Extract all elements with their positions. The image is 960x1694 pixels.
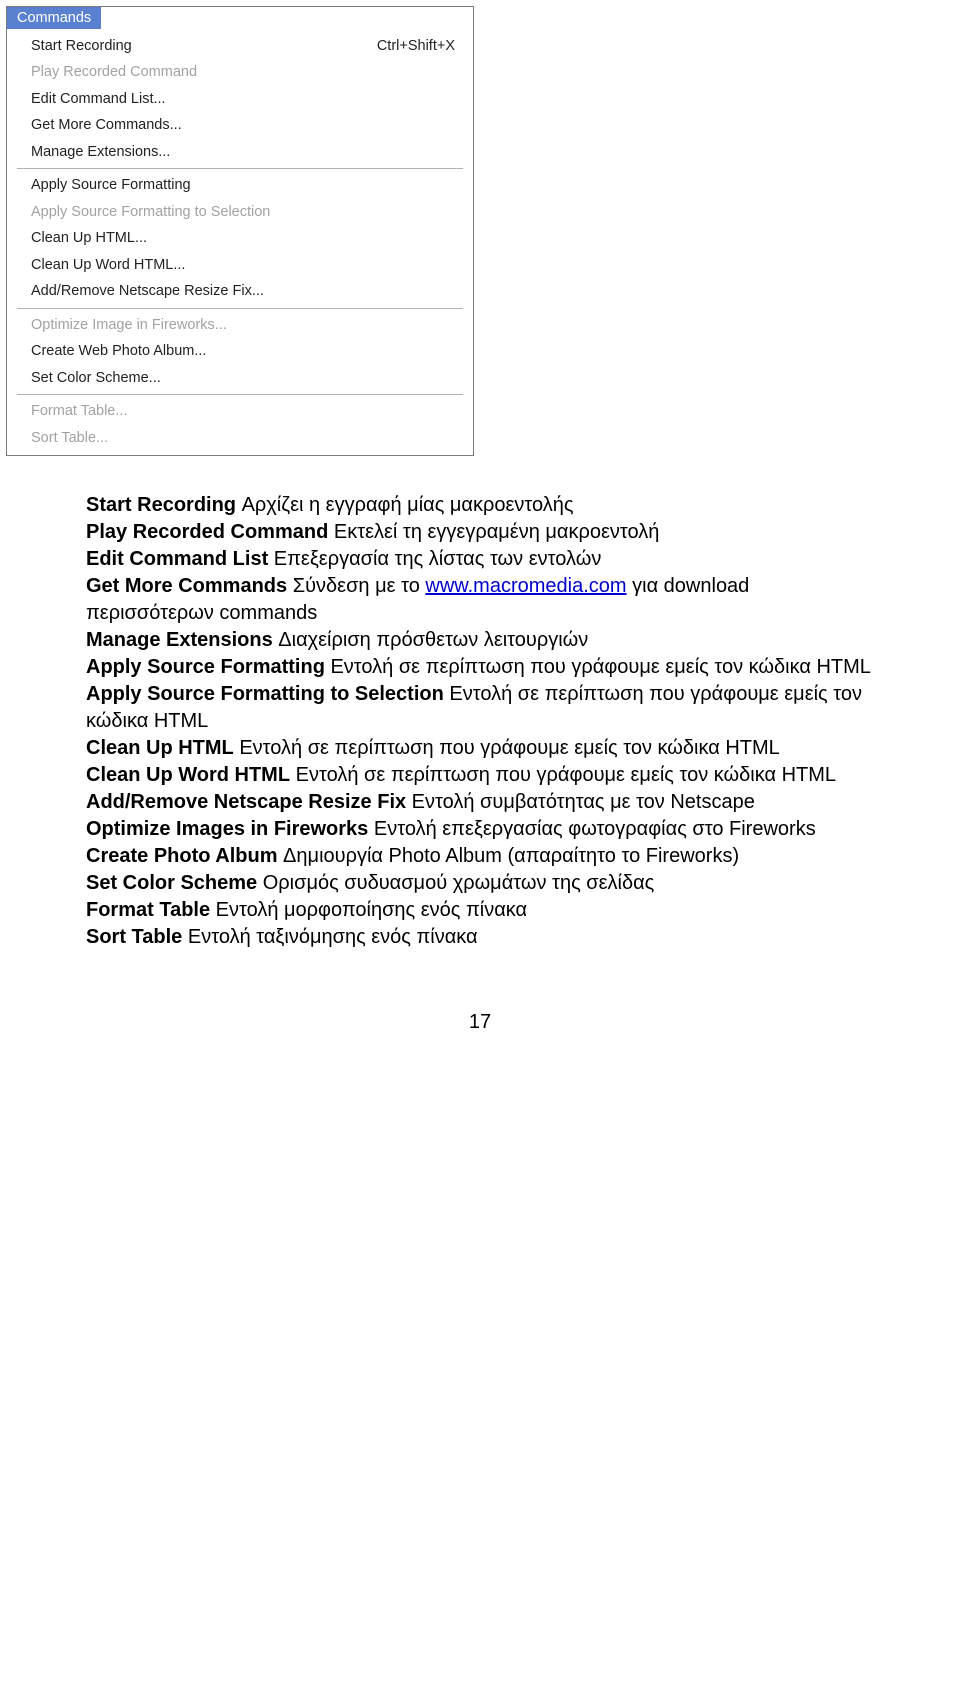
glossary-desc: Δημιουργία Photo Album (απαραίτητο το Fi… — [278, 845, 740, 867]
glossary-term: Play Recorded Command — [86, 521, 328, 543]
glossary-term: Apply Source Formatting to Selection — [86, 683, 444, 705]
menu-item[interactable]: Clean Up HTML... — [7, 225, 473, 251]
glossary-term: Set Color Scheme — [86, 872, 257, 894]
glossary-desc: Αρχίζει η εγγραφή μίας μακροεντολής — [236, 494, 573, 516]
glossary-line: Format Table Εντολή μορφοποίησης ενός πί… — [86, 897, 874, 924]
menu-item: Apply Source Formatting to Selection — [7, 199, 473, 225]
menu-item[interactable]: Apply Source Formatting — [7, 172, 473, 198]
menu-item: Optimize Image in Fireworks... — [7, 312, 473, 338]
glossary-text: Start Recording Αρχίζει η εγγραφή μίας μ… — [86, 492, 874, 951]
glossary-line: Clean Up HTML Εντολή σε περίπτωση που γρ… — [86, 735, 874, 762]
glossary-term: Start Recording — [86, 494, 236, 516]
glossary-desc: Εντολή ταξινόμησης ενός πίνακα — [182, 926, 477, 948]
menu-item-label: Optimize Image in Fireworks... — [31, 314, 227, 336]
glossary-term: Format Table — [86, 899, 210, 921]
menu-item-label: Apply Source Formatting to Selection — [31, 201, 270, 223]
menu-item-label: Add/Remove Netscape Resize Fix... — [31, 280, 264, 302]
glossary-term: Add/Remove Netscape Resize Fix — [86, 791, 406, 813]
glossary-desc: Εντολή σε περίπτωση που γράφουμε εμείς τ… — [234, 737, 780, 759]
glossary-term: Optimize Images in Fireworks — [86, 818, 368, 840]
glossary-line: Manage Extensions Διαχείριση πρόσθετων λ… — [86, 627, 874, 654]
glossary-line: Apply Source Formatting Εντολή σε περίπτ… — [86, 654, 874, 681]
menu-item-shortcut: Ctrl+Shift+X — [377, 35, 455, 57]
menu-item: Sort Table... — [7, 425, 473, 451]
menu-item[interactable]: Clean Up Word HTML... — [7, 252, 473, 278]
menu-item[interactable]: Start Recording Ctrl+Shift+X — [7, 33, 473, 59]
glossary-term: Edit Command List — [86, 548, 268, 570]
glossary-line: Create Photo Album Δημιουργία Photo Albu… — [86, 843, 874, 870]
glossary-desc: Σύνδεση με το — [287, 575, 425, 597]
glossary-term: Clean Up HTML — [86, 737, 234, 759]
glossary-line: Play Recorded Command Εκτελεί τη εγγεγρα… — [86, 519, 874, 546]
glossary-desc: Διαχείριση πρόσθετων λειτουργιών — [273, 629, 589, 651]
menu-item: Format Table... — [7, 398, 473, 424]
menu-title: Commands — [7, 7, 101, 29]
glossary-desc: Εντολή μορφοποίησης ενός πίνακα — [210, 899, 527, 921]
menu-separator — [17, 394, 463, 395]
glossary-line: Sort Table Εντολή ταξινόμησης ενός πίνακ… — [86, 924, 874, 951]
glossary-line: Edit Command List Επεξεργασία της λίστας… — [86, 546, 874, 573]
menu-item-label: Sort Table... — [31, 427, 108, 449]
menu-item[interactable]: Set Color Scheme... — [7, 365, 473, 391]
menu-item-label: Format Table... — [31, 400, 127, 422]
glossary-desc: Εντολή σε περίπτωση που γράφουμε εμείς τ… — [325, 656, 871, 678]
menu-item: Play Recorded Command — [7, 59, 473, 85]
glossary-line: Set Color Scheme Ορισμός συδυασμού χρωμά… — [86, 870, 874, 897]
glossary-desc: Επεξεργασία της λίστας των εντολών — [268, 548, 601, 570]
menu-item-label: Edit Command List... — [31, 88, 166, 110]
glossary-link[interactable]: www.macromedia.com — [425, 575, 626, 597]
menu-item[interactable]: Get More Commands... — [7, 112, 473, 138]
menu-item[interactable]: Add/Remove Netscape Resize Fix... — [7, 278, 473, 304]
menu-item[interactable]: Manage Extensions... — [7, 139, 473, 165]
menu-item-label: Apply Source Formatting — [31, 174, 191, 196]
menu-item[interactable]: Edit Command List... — [7, 86, 473, 112]
menu-item-label: Get More Commands... — [31, 114, 182, 136]
menu-separator — [17, 168, 463, 169]
glossary-line: Add/Remove Netscape Resize Fix Εντολή συ… — [86, 789, 874, 816]
glossary-line: Start Recording Αρχίζει η εγγραφή μίας μ… — [86, 492, 874, 519]
menu-item-label: Start Recording — [31, 35, 132, 57]
glossary-term: Clean Up Word HTML — [86, 764, 290, 786]
menu-item-label: Clean Up Word HTML... — [31, 254, 185, 276]
glossary-desc: Εντολή επεξεργασίας φωτογραφίας στο Fire… — [368, 818, 815, 840]
commands-menu: Commands Start Recording Ctrl+Shift+X Play… — [6, 6, 474, 456]
menu-item[interactable]: Create Web Photo Album... — [7, 338, 473, 364]
glossary-term: Create Photo Album — [86, 845, 278, 867]
menu-separator — [17, 308, 463, 309]
menu-item-label: Set Color Scheme... — [31, 367, 161, 389]
glossary-desc: Εκτελεί τη εγγεγραμένη μακροεντολή — [328, 521, 659, 543]
menu-items-container: Start Recording Ctrl+Shift+X Play Recorded… — [7, 29, 473, 451]
menu-item-label: Play Recorded Command — [31, 61, 197, 83]
menu-item-label: Manage Extensions... — [31, 141, 170, 163]
glossary-desc: Εντολή σε περίπτωση που γράφουμε εμείς τ… — [290, 764, 836, 786]
glossary-term: Sort Table — [86, 926, 182, 948]
glossary-line: Clean Up Word HTML Εντολή σε περίπτωση π… — [86, 762, 874, 789]
page-number: 17 — [0, 1011, 960, 1034]
menu-item-label: Clean Up HTML... — [31, 227, 147, 249]
glossary-term: Manage Extensions — [86, 629, 273, 651]
glossary-desc: Εντολή συμβατότητας με τον Netscape — [406, 791, 755, 813]
glossary-line: Apply Source Formatting to Selection Εντ… — [86, 681, 874, 735]
glossary-desc: Ορισμός συδυασμού χρωμάτων της σελίδας — [257, 872, 654, 894]
glossary-line: Get More Commands Σύνδεση με το www.macr… — [86, 573, 874, 627]
glossary-term: Get More Commands — [86, 575, 287, 597]
glossary-line: Optimize Images in Fireworks Εντολή επεξ… — [86, 816, 874, 843]
glossary-term: Apply Source Formatting — [86, 656, 325, 678]
menu-item-label: Create Web Photo Album... — [31, 340, 206, 362]
